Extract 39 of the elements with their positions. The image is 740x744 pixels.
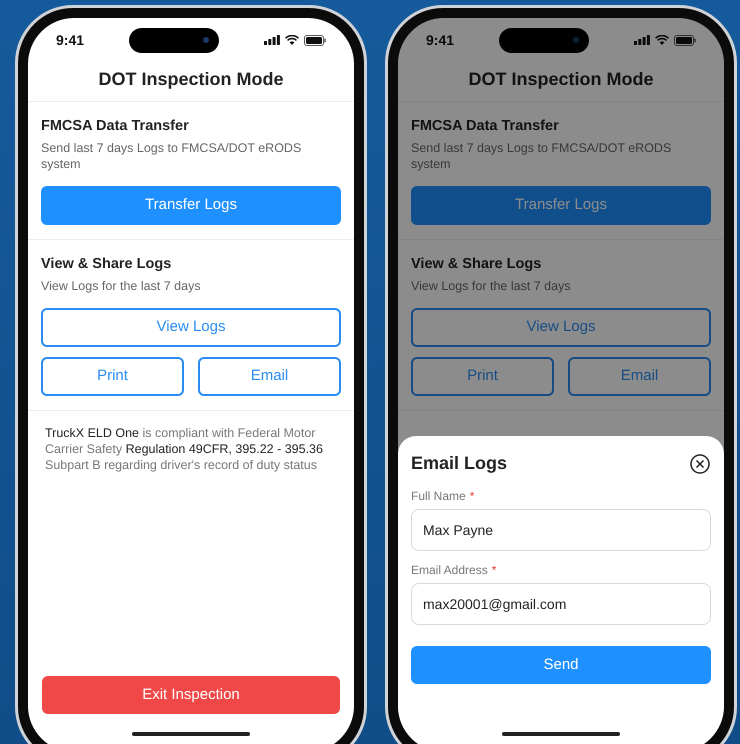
- section-description: Send last 7 days Logs to FMCSA/DOT eRODS system: [41, 140, 302, 172]
- view-logs-button[interactable]: View Logs: [41, 308, 341, 346]
- input-field[interactable]: Max Payne: [411, 509, 711, 551]
- battery-icon: [674, 34, 696, 46]
- view-logs-button[interactable]: View Logs: [411, 308, 711, 346]
- battery-icon: [304, 34, 326, 46]
- email-button[interactable]: Email: [568, 356, 711, 396]
- send-button[interactable]: Send: [411, 646, 711, 684]
- email-button[interactable]: Email: [198, 356, 341, 396]
- field-label: Email Address: [411, 562, 488, 579]
- section-description: View Logs for the last 7 days: [41, 278, 202, 294]
- section-title: View & Share Logs: [411, 254, 542, 274]
- status-time: 9:41: [56, 30, 84, 50]
- field-label: Full Name: [411, 488, 466, 505]
- section-title: View & Share Logs: [41, 254, 172, 274]
- required-mark: *: [470, 488, 474, 505]
- section-description: Send last 7 days Logs to FMCSA/DOT eRODS system: [411, 140, 672, 172]
- required-mark: *: [492, 562, 496, 579]
- sheet-title: Email Logs: [411, 452, 508, 475]
- input-field[interactable]: max20001@gmail.com: [411, 583, 711, 625]
- camera-lens: [573, 37, 580, 43]
- transfer-logs-button[interactable]: Transfer Logs: [41, 186, 341, 225]
- wifi-icon: [655, 35, 669, 45]
- signal-icon: [634, 35, 650, 45]
- section-title: FMCSA Data Transfer: [411, 117, 560, 136]
- section-title: FMCSA Data Transfer: [41, 117, 190, 136]
- signal-icon: [264, 35, 280, 45]
- screen-title: DOT Inspection Mode: [468, 68, 654, 91]
- print-button[interactable]: Print: [41, 356, 184, 396]
- camera-lens: [203, 37, 210, 43]
- wifi-icon: [285, 35, 299, 45]
- compliance-text: TruckX ELD One is compliant with Federal Motor Carrier Safety Regulation 49CFR, 395.22 - 395.36 Subpart B regarding driver's record of duty status: [45, 424, 324, 472]
- status-time: 9:41: [426, 30, 454, 50]
- print-button[interactable]: Print: [411, 356, 554, 396]
- exit-inspection-button[interactable]: Exit Inspection: [42, 676, 340, 714]
- close-icon[interactable]: [690, 454, 710, 474]
- section-description: View Logs for the last 7 days: [411, 278, 572, 294]
- screen-title: DOT Inspection Mode: [98, 68, 284, 91]
- transfer-logs-button[interactable]: Transfer Logs: [411, 186, 711, 225]
